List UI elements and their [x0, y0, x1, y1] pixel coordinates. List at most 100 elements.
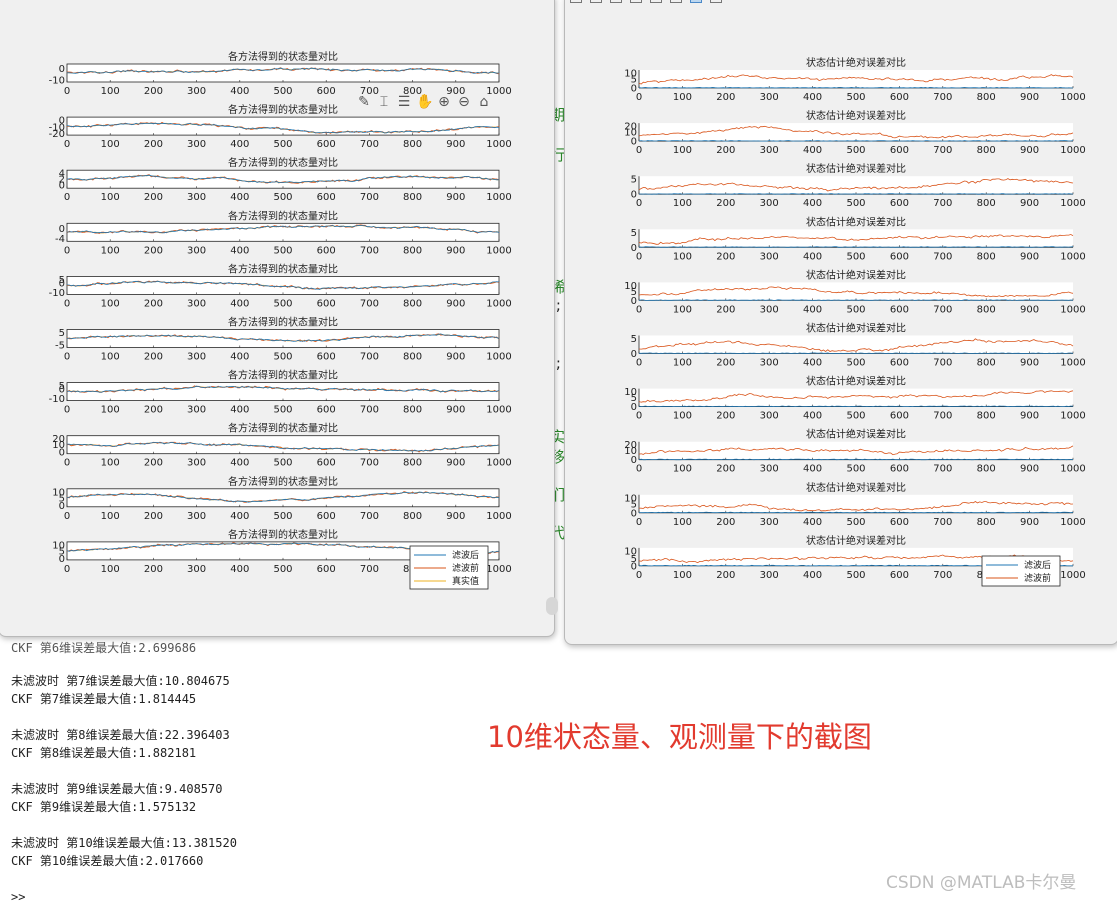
axes-box — [66, 116, 500, 136]
x-tick-label: 200 — [144, 458, 163, 469]
axes-box — [66, 435, 500, 455]
subplot-title: 各方法得到的状态量对比 — [228, 103, 338, 116]
x-tick-label: 300 — [760, 145, 779, 156]
legend-label: 滤波前 — [1024, 572, 1051, 584]
zoom-out-icon[interactable]: ⊖ — [456, 94, 472, 110]
subplot-title: 各方法得到的状态量对比 — [228, 209, 338, 222]
x-tick-label: 700 — [360, 511, 379, 522]
x-tick-label: 900 — [1020, 304, 1039, 315]
x-tick-label: 400 — [230, 245, 249, 256]
x-tick-label: 600 — [317, 86, 336, 97]
x-tick-label: 700 — [933, 411, 952, 422]
subplot: 状态估计绝对误差对比500 100 200 300 400 500 600 700 800 900… — [631, 162, 1086, 209]
x-tick-label: 800 — [977, 251, 996, 262]
console-line: CKF 第7维误差最大值:1.814445 — [11, 692, 197, 706]
brush-icon[interactable]: ✎ — [356, 94, 372, 110]
subplot-title: 状态估计绝对误差对比 — [806, 428, 906, 441]
axes-box — [66, 63, 500, 83]
x-tick-label: 900 — [1020, 517, 1039, 528]
x-tick-label: 900 — [446, 458, 465, 469]
y-tick-label: -10 — [49, 75, 65, 86]
x-tick-label: 0 — [64, 352, 70, 363]
axes-box — [66, 169, 500, 189]
subplot-title: 状态估计绝对误差对比 — [806, 268, 906, 281]
x-tick-label: 600 — [317, 192, 336, 203]
subplot-title: 各方法得到的状态量对比 — [228, 475, 338, 488]
subplot: 各方法得到的状态量对比0-40 100 200 300 400 500 600 700 800 9… — [55, 209, 512, 256]
subplot-title: 各方法得到的状态量对比 — [228, 422, 338, 435]
x-tick-label: 500 — [846, 570, 865, 581]
subplot: 状态估计绝对误差对比105001002003004005006007008009… — [624, 268, 1085, 315]
x-tick-label: 300 — [187, 564, 206, 575]
x-tick-label: 900 — [446, 352, 465, 363]
y-tick-label: 5 — [631, 175, 637, 186]
x-tick-label: 400 — [803, 145, 822, 156]
subplot-title: 各方法得到的状态量对比 — [228, 316, 338, 329]
x-tick-label: 900 — [1020, 411, 1039, 422]
axes-box — [66, 382, 500, 402]
x-tick-label: 700 — [933, 358, 952, 369]
x-tick-label: 200 — [716, 517, 735, 528]
subplot-title: 各方法得到的状态量对比 — [228, 50, 338, 63]
x-tick-label: 500 — [273, 192, 292, 203]
x-tick-label: 0 — [636, 517, 642, 528]
command-prompt[interactable]: >> — [11, 890, 25, 904]
y-tick-label: -10 — [49, 394, 65, 405]
data-tip-icon[interactable]: ⌶ — [376, 94, 392, 110]
legend-toggle-icon[interactable]: ☰ — [396, 94, 412, 110]
x-tick-label: 500 — [273, 352, 292, 363]
subplot: 各方法得到的状态量对比50-100 100 200 300 400 500 600 700 80… — [49, 262, 512, 309]
x-tick-label: 0 — [636, 358, 642, 369]
resize-handle[interactable] — [546, 597, 558, 615]
x-tick-label: 700 — [360, 458, 379, 469]
series-after-filter — [638, 86, 1074, 89]
x-tick-label: 900 — [1020, 464, 1039, 475]
subplot: 各方法得到的状态量对比10500100200300400500600700800… — [52, 475, 511, 522]
x-tick-label: 800 — [403, 352, 422, 363]
x-tick-label: 500 — [846, 358, 865, 369]
x-tick-label: 300 — [187, 298, 206, 309]
zoom-in-icon[interactable]: ⊕ — [436, 94, 452, 110]
x-tick-label: 600 — [890, 517, 909, 528]
x-tick-label: 400 — [230, 458, 249, 469]
x-tick-label: 100 — [101, 245, 120, 256]
x-tick-label: 0 — [636, 464, 642, 475]
home-icon[interactable]: ⌂ — [476, 94, 492, 110]
axes-box — [66, 329, 500, 348]
x-tick-label: 900 — [1020, 358, 1039, 369]
x-tick-label: 500 — [273, 405, 292, 416]
y-tick-label: 5 — [631, 228, 637, 239]
subplot: 状态估计绝对误差对比105001002003004005006007008009… — [624, 56, 1085, 103]
x-tick-label: 1000 — [1060, 411, 1085, 422]
x-tick-label: 800 — [403, 298, 422, 309]
x-tick-label: 1000 — [486, 245, 511, 256]
x-tick-label: 900 — [1020, 198, 1039, 209]
x-tick-label: 500 — [273, 298, 292, 309]
subplot: 各方法得到的状态量对比201000 100 200 300 400 500 600 700 80… — [52, 422, 511, 469]
x-tick-label: 1000 — [486, 458, 511, 469]
x-tick-label: 1000 — [486, 405, 511, 416]
x-tick-label: 700 — [933, 251, 952, 262]
x-tick-label: 800 — [403, 458, 422, 469]
subplot: 各方法得到的状态量对比0-100 100 200 300 400 500 600 700 800… — [49, 50, 512, 97]
x-tick-label: 300 — [187, 192, 206, 203]
x-tick-label: 100 — [673, 304, 692, 315]
x-tick-label: 700 — [360, 192, 379, 203]
pan-hand-icon[interactable]: ✋ — [416, 94, 433, 110]
axes-box — [639, 388, 1073, 407]
x-tick-label: 0 — [636, 251, 642, 262]
x-tick-label: 100 — [101, 298, 120, 309]
x-tick-label: 200 — [144, 564, 163, 575]
x-tick-label: 1000 — [486, 298, 511, 309]
x-tick-label: 900 — [446, 139, 465, 150]
x-tick-label: 800 — [403, 405, 422, 416]
command-window[interactable]: CKF 第6维误差最大值:2.699686 未滤波时 第7维误差最大值:10.8… — [0, 636, 1117, 904]
x-tick-label: 0 — [64, 405, 70, 416]
x-tick-label: 700 — [933, 145, 952, 156]
x-tick-label: 600 — [890, 92, 909, 103]
x-tick-label: 600 — [890, 411, 909, 422]
figure-window-error-comparison[interactable]: 状态估计绝对误差对比 10 5 0 0 100 200 300 400 500 600 700 800 9… — [564, 0, 1117, 645]
x-tick-label: 1000 — [1060, 517, 1085, 528]
subplot-title: 状态估计绝对误差对比 — [806, 109, 906, 122]
figure-window-state-comparison[interactable]: 各方法得到的状态量对比 0 -10 0 100 200 300 400 500 600 700 800… — [0, 0, 558, 637]
